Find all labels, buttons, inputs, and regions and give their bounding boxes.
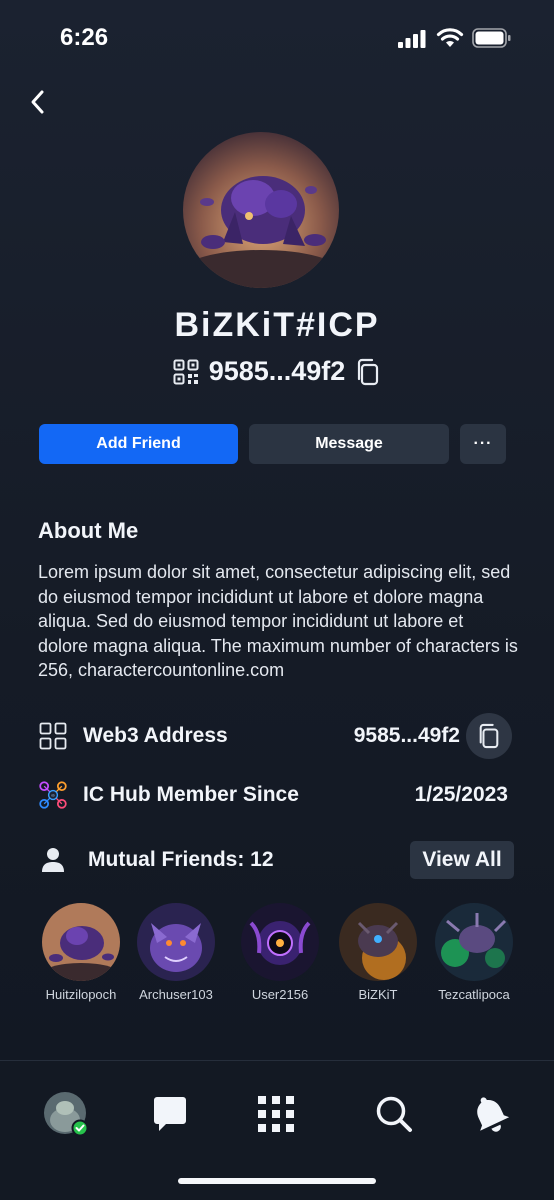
- creature-avatar-image: [183, 132, 339, 288]
- web3-address-icon: [38, 721, 68, 751]
- tab-search[interactable]: [370, 1091, 418, 1137]
- friend-item[interactable]: Archuser103: [133, 903, 219, 1002]
- tab-apps[interactable]: [252, 1091, 300, 1137]
- copy-address-button[interactable]: [466, 713, 512, 759]
- user-icon: [42, 848, 64, 872]
- view-all-button[interactable]: View All: [410, 841, 514, 879]
- about-text: Lorem ipsum dolor sit amet, consectetur …: [38, 562, 518, 680]
- profile-address: 9585...49f2: [208, 356, 346, 386]
- add-friend-button[interactable]: Add Friend: [39, 424, 238, 464]
- svg-text:∞: ∞: [51, 793, 55, 799]
- tab-notifications[interactable]: [466, 1091, 514, 1137]
- friend-avatar: [137, 903, 215, 981]
- chevron-left-icon: [31, 90, 44, 114]
- mutual-friends-row: Mutual Friends: 12 View All: [38, 840, 514, 880]
- member-since-row: ∞ IC Hub Member Since 1/25/2023: [38, 775, 508, 815]
- qr-code-icon[interactable]: [173, 359, 199, 385]
- friend-name: User2156: [251, 987, 309, 1002]
- wifi-icon: [436, 28, 464, 47]
- cellular-signal-icon: [398, 30, 426, 48]
- member-since-value: 1/25/2023: [414, 783, 508, 806]
- web3-address-row: Web3 Address 9585...49f2: [38, 713, 512, 759]
- friend-name: Huitzilopoch: [45, 987, 117, 1002]
- web3-address-value: 9585...49f2: [353, 724, 460, 747]
- friend-name: Tezcatlipoca: [438, 987, 510, 1002]
- friend-avatar: [241, 903, 319, 981]
- profile-avatar: [183, 132, 339, 288]
- copy-icon[interactable]: [355, 358, 381, 386]
- friend-avatar: [435, 903, 513, 981]
- chat-icon: [154, 1097, 186, 1131]
- tab-profile[interactable]: [42, 1091, 90, 1137]
- friend-item[interactable]: Huitzilopoch: [38, 903, 124, 1002]
- back-button[interactable]: [22, 86, 52, 118]
- about-title: About Me: [38, 518, 139, 543]
- friend-name: Archuser103: [139, 987, 213, 1002]
- ic-hub-network-icon: ∞: [38, 780, 68, 810]
- bell-icon: [477, 1097, 510, 1132]
- friend-item[interactable]: BiZKiT: [335, 903, 421, 1002]
- profile-address-row: 9585...49f2: [0, 356, 554, 387]
- tab-chat[interactable]: [146, 1091, 194, 1137]
- mutual-friends-label: Mutual Friends: 12: [88, 848, 274, 871]
- friend-avatar: [339, 903, 417, 981]
- search-icon: [376, 1096, 412, 1132]
- battery-icon: [472, 28, 511, 48]
- friend-item[interactable]: User2156: [237, 903, 323, 1002]
- copy-icon: [479, 723, 499, 749]
- profile-avatar-icon: [44, 1092, 89, 1137]
- friend-item[interactable]: Tezcatlipoca: [431, 903, 517, 1002]
- more-options-button[interactable]: ···: [460, 424, 506, 464]
- profile-username: BiZKiT#ICP: [174, 306, 380, 344]
- friend-name: BiZKiT: [358, 987, 398, 1002]
- web3-address-label: Web3 Address: [83, 724, 228, 747]
- status-bar: 6:26: [0, 0, 554, 80]
- message-button[interactable]: Message: [249, 424, 449, 464]
- apps-grid-icon: [258, 1096, 294, 1132]
- friend-avatar: [42, 903, 120, 981]
- home-indicator[interactable]: [178, 1178, 376, 1184]
- status-time: 6:26: [60, 24, 109, 51]
- member-since-label: IC Hub Member Since: [83, 783, 299, 806]
